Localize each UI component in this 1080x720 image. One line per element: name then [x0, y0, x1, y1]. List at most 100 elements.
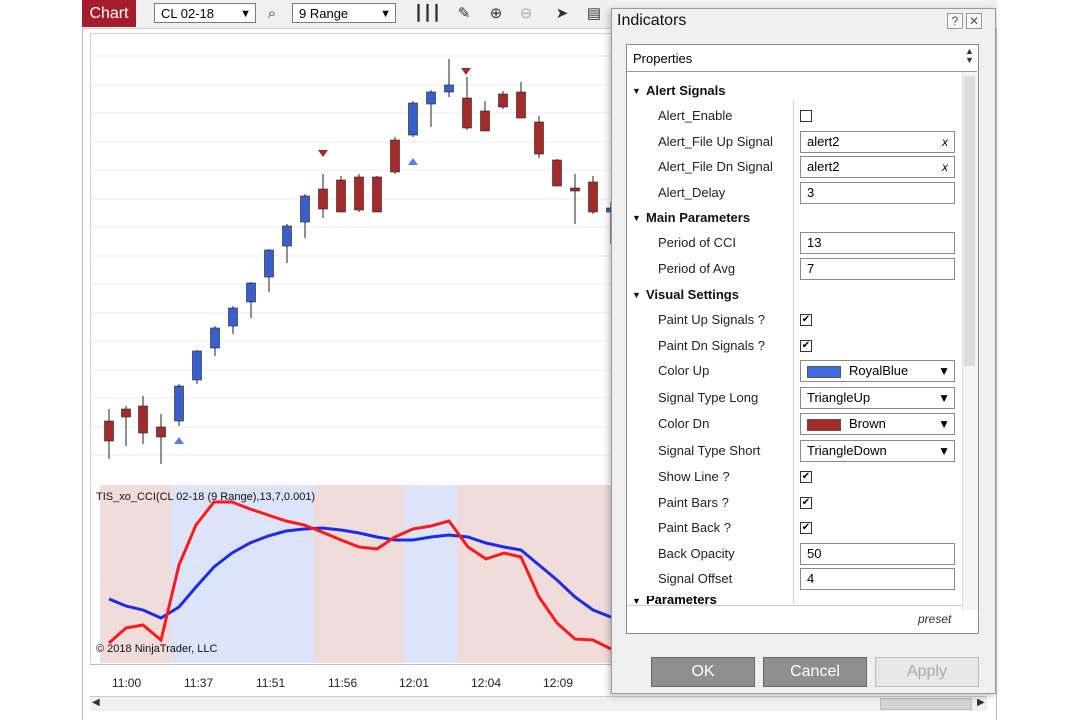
candle-down: [138, 405, 148, 434]
prop-label-alert-delay: Alert_Delay: [658, 185, 726, 200]
prop-label-alert-file-dn: Alert_File Dn Signal: [658, 159, 773, 174]
pencil-icon[interactable]: ✎: [454, 4, 474, 24]
alert-enable-checkbox[interactable]: [800, 110, 812, 122]
candle-down: [336, 179, 346, 213]
category-parameters[interactable]: ▼ Parameters: [632, 596, 717, 605]
color-dn-value: Brown: [849, 416, 886, 431]
signal-triangle-down: [461, 68, 471, 75]
candle-down: [462, 97, 472, 129]
preset-link[interactable]: preset: [918, 612, 951, 626]
time-label: 11:56: [328, 676, 358, 690]
instrument-selector[interactable]: CL 02-18 ▼: [154, 3, 256, 23]
color-dn-select[interactable]: Brown ▼: [800, 413, 955, 435]
grid-column-divider: [793, 100, 794, 604]
alert-file-up-input[interactable]: alert2 x: [800, 131, 955, 153]
prop-label-show-line: Show Line ?: [658, 469, 730, 484]
alert-file-up-value: alert2: [807, 134, 840, 149]
bar-type-selector[interactable]: 9 Range ▼: [292, 3, 396, 23]
chart-tab[interactable]: Chart: [82, 0, 136, 27]
collapse-triangle-icon: ▼: [632, 290, 641, 300]
search-icon[interactable]: ⌕: [262, 4, 282, 24]
category-label: Visual Settings: [646, 287, 739, 302]
price-panel: [90, 33, 616, 484]
background-down-zone: [314, 485, 404, 663]
zoom-in-icon[interactable]: ⊕: [486, 4, 506, 24]
properties-header-label: Properties: [633, 51, 693, 66]
background-up-zone: [171, 485, 314, 663]
bar-style-icon[interactable]: ┃┃┃: [414, 4, 441, 24]
scroll-right-icon[interactable]: ▶: [977, 697, 985, 708]
zoom-out-icon[interactable]: ⊖: [516, 4, 536, 24]
paint-bars-checkbox[interactable]: ✔: [800, 497, 812, 509]
category-label: Alert Signals: [646, 83, 726, 98]
paint-dn-checkbox[interactable]: ✔: [800, 340, 812, 352]
signal-offset-input[interactable]: 4: [800, 568, 955, 590]
period-avg-input[interactable]: 7: [800, 258, 955, 280]
category-visual-settings[interactable]: ▼ Visual Settings: [632, 285, 739, 305]
alert-file-dn-input[interactable]: alert2 x: [800, 156, 955, 178]
period-cci-input[interactable]: 13: [800, 232, 955, 254]
indicator-panel: [90, 485, 616, 663]
candle-up: [246, 282, 256, 303]
candle-up: [228, 307, 238, 327]
candle-up: [300, 195, 310, 223]
horizontal-scrollbar[interactable]: [90, 696, 987, 711]
data-box-icon[interactable]: ▤: [584, 4, 604, 24]
candle-up: [408, 102, 418, 136]
background-up-zone: [404, 485, 457, 663]
alert-delay-input[interactable]: 3: [800, 182, 955, 204]
time-label: 11:51: [256, 676, 286, 690]
candle-down: [480, 110, 490, 132]
signal-long-value: TriangleUp: [807, 390, 871, 405]
bar-type-value: 9 Range: [299, 6, 349, 21]
chevron-down-icon: ▼: [380, 8, 391, 20]
back-opacity-value: 50: [807, 546, 822, 561]
prop-label-paint-back: Paint Back ?: [658, 520, 731, 535]
signal-short-select[interactable]: TriangleDown ▼: [800, 440, 955, 462]
signal-triangle-up: [174, 437, 184, 444]
chevron-down-icon: ▼: [938, 364, 950, 378]
prop-label-signal-offset: Signal Offset: [658, 571, 733, 586]
prop-label-color-up: Color Up: [658, 363, 710, 378]
spinner-icon[interactable]: ▲ ▼: [965, 47, 974, 65]
close-icon[interactable]: ✕: [966, 13, 982, 29]
ok-button[interactable]: OK: [651, 657, 755, 687]
candle-down: [552, 159, 562, 187]
category-label: Main Parameters: [646, 210, 751, 225]
show-line-checkbox[interactable]: ✔: [800, 471, 812, 483]
color-swatch: [807, 418, 841, 431]
chevron-down-icon: ▼: [240, 8, 251, 20]
paint-back-checkbox[interactable]: ✔: [800, 522, 812, 534]
apply-button[interactable]: Apply: [875, 657, 979, 687]
signal-long-select[interactable]: TriangleUp ▼: [800, 387, 955, 409]
back-opacity-input[interactable]: 50: [800, 543, 955, 565]
chevron-down-icon: ▼: [938, 444, 950, 458]
paint-up-checkbox[interactable]: ✔: [800, 314, 812, 326]
collapse-triangle-icon: ▼: [632, 86, 641, 96]
color-up-value: RoyalBlue: [849, 363, 909, 378]
clear-icon[interactable]: x: [942, 157, 948, 177]
prop-label-signal-long: Signal Type Long: [658, 390, 759, 405]
time-label: 11:37: [184, 676, 214, 690]
candle-down: [390, 139, 400, 173]
candle-up: [282, 225, 292, 247]
color-up-select[interactable]: RoyalBlue ▼: [800, 360, 955, 382]
candle-up: [264, 249, 274, 278]
category-main-parameters[interactable]: ▼ Main Parameters: [632, 208, 750, 228]
color-swatch: [807, 365, 841, 378]
copyright-text: © 2018 NinjaTrader, LLC: [96, 643, 218, 655]
pointer-icon[interactable]: ➤: [552, 4, 572, 24]
cancel-button[interactable]: Cancel: [763, 657, 867, 687]
category-alert-signals[interactable]: ▼ Alert Signals: [632, 81, 725, 101]
alert-delay-value: 3: [807, 185, 815, 200]
scroll-left-icon[interactable]: ◀: [92, 697, 100, 708]
prop-label-signal-short: Signal Type Short: [658, 443, 761, 458]
scroll-thumb[interactable]: [880, 698, 972, 710]
signal-triangle-up: [408, 158, 418, 165]
clear-icon[interactable]: x: [942, 132, 948, 152]
prop-label-paint-dn: Paint Dn Signals ?: [658, 338, 765, 353]
properties-scroll-thumb[interactable]: [964, 76, 975, 366]
candle-down: [318, 188, 328, 210]
grid-footer-divider: [627, 605, 962, 606]
help-button[interactable]: ?: [947, 13, 963, 29]
